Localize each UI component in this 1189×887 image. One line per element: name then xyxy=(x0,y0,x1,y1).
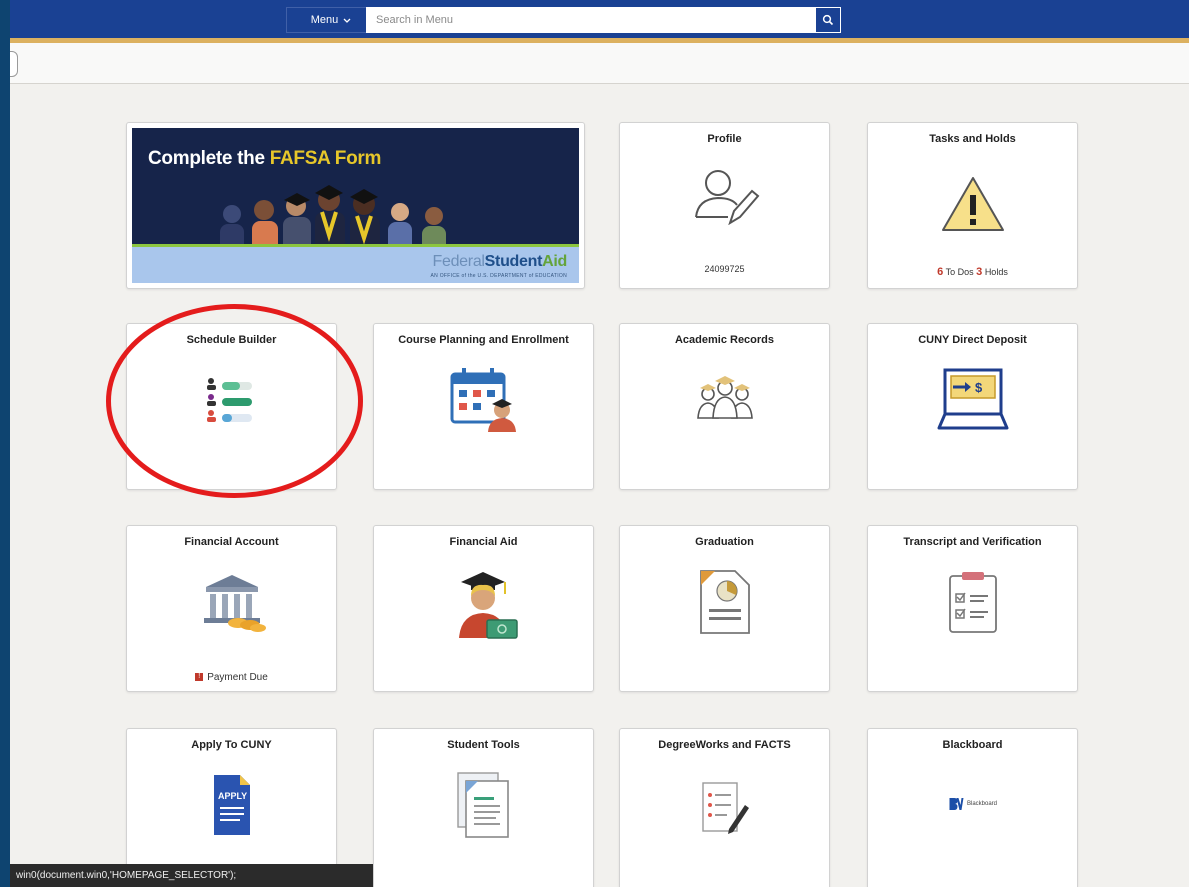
clipboard-checklist-icon xyxy=(948,572,997,633)
course-planning-tile[interactable]: Course Planning and Enrollment xyxy=(373,323,594,490)
transcript-tile[interactable]: Transcript and Verification xyxy=(867,525,1078,692)
student-tools-tile[interactable]: Student Tools xyxy=(373,728,594,887)
tile-title: Financial Aid xyxy=(449,536,518,548)
graduates-illustration xyxy=(220,185,446,254)
federal-student-aid-logo: FederalStudentAid xyxy=(432,253,568,270)
apply-document-icon: APPLY xyxy=(213,775,250,835)
calendar-student-icon xyxy=(450,368,516,432)
blackboard-icon xyxy=(948,798,963,810)
financial-aid-tile[interactable]: Financial Aid xyxy=(373,525,594,692)
empl-id: 24099725 xyxy=(704,264,745,274)
tile-title: Graduation xyxy=(695,536,754,548)
profile-edit-icon xyxy=(694,170,759,225)
documents-icon xyxy=(456,772,509,838)
tile-title: Profile xyxy=(707,133,742,145)
blackboard-logo-text: Blackboard xyxy=(966,801,998,807)
federal-student-aid-subtitle: AN OFFICE of the U.S. DEPARTMENT of EDUC… xyxy=(430,273,567,279)
tile-title: Transcript and Verification xyxy=(903,536,1042,548)
degreeworks-tile[interactable]: DegreeWorks and FACTS xyxy=(619,728,830,887)
tile-title: Blackboard xyxy=(942,739,1003,751)
search-icon xyxy=(822,14,834,26)
schedule-builder-icon xyxy=(206,378,252,422)
payment-due-status: ! Payment Due xyxy=(127,672,336,683)
tile-title: Apply To CUNY xyxy=(191,739,272,751)
homepage-selector-bar xyxy=(10,43,1189,84)
todos-count: 6 xyxy=(937,266,944,278)
tasks-holds-summary: 6 To Dos 3 Holds xyxy=(868,266,1077,278)
profile-tile[interactable]: Profile 24099725 xyxy=(619,122,830,289)
tile-title: Tasks and Holds xyxy=(929,133,1016,145)
fafsa-banner-tile[interactable]: Complete the FAFSA Form FederalStudentAi… xyxy=(126,122,585,289)
tasks-holds-tile[interactable]: Tasks and Holds 6 To Dos 3 Holds xyxy=(867,122,1078,289)
tile-title: Financial Account xyxy=(184,536,279,548)
todos-label: To Dos xyxy=(945,267,974,277)
tile-title: Schedule Builder xyxy=(186,334,277,346)
holds-count: 3 xyxy=(976,266,983,278)
banner-logo-strip: FederalStudentAid AN OFFICE of the U.S. … xyxy=(132,247,579,283)
graduation-tile[interactable]: Graduation xyxy=(619,525,830,692)
app-window: Menu Complete the FAFSA Form xyxy=(10,0,1189,887)
graduate-money-icon xyxy=(458,572,518,639)
academic-records-icon xyxy=(696,376,753,419)
fafsa-banner: Complete the FAFSA Form FederalStudentAi… xyxy=(132,128,579,283)
status-bar: win0(document.win0,'HOMEPAGE_SELECTOR'); xyxy=(10,864,373,887)
chevron-down-icon xyxy=(343,18,351,23)
schedule-builder-tile[interactable]: Schedule Builder xyxy=(126,323,337,490)
alert-icon: ! xyxy=(195,673,204,682)
tile-title: DegreeWorks and FACTS xyxy=(658,739,791,751)
tile-title: CUNY Direct Deposit xyxy=(918,334,1027,346)
homepage-selector-button[interactable] xyxy=(10,51,18,77)
tile-title: Student Tools xyxy=(447,739,520,751)
bank-coins-icon xyxy=(203,575,266,632)
warning-icon xyxy=(941,177,1004,231)
payment-due-label: Payment Due xyxy=(207,672,268,683)
menu-button-label: Menu xyxy=(310,14,339,26)
svg-text:$: $ xyxy=(975,380,983,395)
menu-button[interactable]: Menu xyxy=(286,7,376,33)
svg-text:APPLY: APPLY xyxy=(218,791,247,801)
graduation-report-icon xyxy=(699,570,750,634)
search-input[interactable] xyxy=(366,7,815,33)
blackboard-logo: Blackboard xyxy=(948,797,997,811)
holds-label: Holds xyxy=(984,267,1008,277)
laptop-deposit-icon: $ xyxy=(937,368,1008,430)
blackboard-tile[interactable]: Blackboard Blackboard xyxy=(867,728,1078,887)
direct-deposit-tile[interactable]: CUNY Direct Deposit $ xyxy=(867,323,1078,490)
top-navbar: Menu xyxy=(10,0,1189,38)
financial-account-tile[interactable]: Financial Account ! Payment Due xyxy=(126,525,337,692)
academic-records-tile[interactable]: Academic Records xyxy=(619,323,830,490)
search-button[interactable] xyxy=(815,7,841,33)
banner-title: Complete the FAFSA Form xyxy=(148,148,382,169)
tile-title: Academic Records xyxy=(674,334,775,346)
checklist-pencil-icon xyxy=(701,782,749,834)
tile-title: Course Planning and Enrollment xyxy=(398,334,569,346)
